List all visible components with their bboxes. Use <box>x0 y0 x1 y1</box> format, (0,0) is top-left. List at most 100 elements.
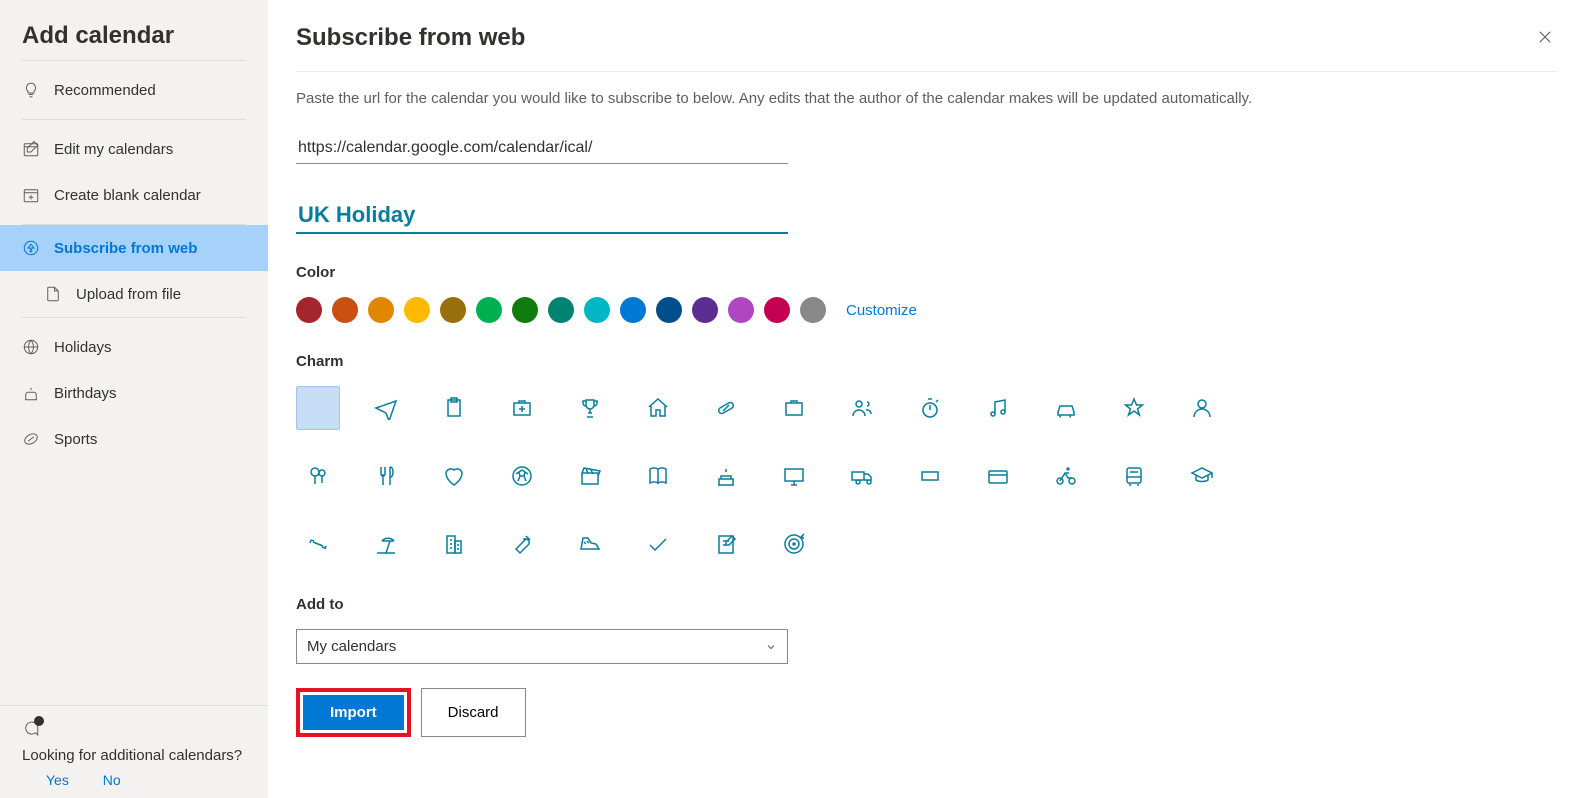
sidebar-item-label: Birthdays <box>54 385 117 402</box>
charm-car[interactable] <box>1044 386 1088 430</box>
addto-value: My calendars <box>307 638 396 655</box>
globe-arrow-icon <box>22 239 40 257</box>
main-panel: Subscribe from web Paste the url for the… <box>268 0 1586 798</box>
color-picker: Customize <box>296 297 1558 323</box>
sidebar: Add calendar Recommended Edit my calenda… <box>0 0 268 798</box>
charm-none[interactable] <box>296 386 340 430</box>
feedback-text: Looking for additional calendars? <box>22 745 246 766</box>
sidebar-feedback: Looking for additional calendars? Yes No <box>0 705 268 798</box>
color-swatch[interactable] <box>656 297 682 323</box>
color-swatch[interactable] <box>548 297 574 323</box>
color-swatch[interactable] <box>368 297 394 323</box>
cake-icon <box>22 384 40 402</box>
calendar-name-input[interactable] <box>296 198 788 234</box>
sidebar-item-create[interactable]: Create blank calendar <box>22 172 246 218</box>
charm-home[interactable] <box>636 386 680 430</box>
chevron-down-icon <box>765 641 777 653</box>
sidebar-item-label: Recommended <box>54 82 156 99</box>
sidebar-item-birthdays[interactable]: Birthdays <box>22 370 246 416</box>
charm-picker <box>296 386 1276 566</box>
charm-shoe[interactable] <box>568 522 612 566</box>
charm-soccer[interactable] <box>500 454 544 498</box>
sidebar-item-label: Edit my calendars <box>54 141 173 158</box>
color-swatch[interactable] <box>800 297 826 323</box>
sidebar-item-label: Create blank calendar <box>54 187 201 204</box>
lightbulb-icon <box>22 81 40 99</box>
charm-bike[interactable] <box>1044 454 1088 498</box>
sidebar-item-sports[interactable]: Sports <box>22 416 246 462</box>
color-swatch[interactable] <box>728 297 754 323</box>
charm-graduation[interactable] <box>1180 454 1224 498</box>
charm-dumbbell[interactable] <box>296 522 340 566</box>
addto-label: Add to <box>296 596 1558 613</box>
sidebar-title: Add calendar <box>0 0 268 60</box>
charm-cake[interactable] <box>704 454 748 498</box>
color-label: Color <box>296 264 1558 281</box>
charm-notepad[interactable] <box>704 522 748 566</box>
charm-firstaid[interactable] <box>500 386 544 430</box>
import-highlight: Import <box>296 688 411 737</box>
charm-music[interactable] <box>976 386 1020 430</box>
color-swatch[interactable] <box>764 297 790 323</box>
sidebar-item-upload[interactable]: Upload from file <box>44 271 224 317</box>
charm-monitor[interactable] <box>772 454 816 498</box>
sidebar-item-edit[interactable]: Edit my calendars <box>22 126 246 172</box>
charm-check[interactable] <box>636 522 680 566</box>
football-icon <box>22 430 40 448</box>
charm-wrench[interactable] <box>500 522 544 566</box>
charm-target[interactable] <box>772 522 816 566</box>
color-swatch[interactable] <box>512 297 538 323</box>
charm-star[interactable] <box>1112 386 1156 430</box>
charm-plane[interactable] <box>364 386 408 430</box>
charm-trophy[interactable] <box>568 386 612 430</box>
sidebar-item-label: Sports <box>54 431 97 448</box>
globe-icon <box>22 338 40 356</box>
charm-stopwatch[interactable] <box>908 386 952 430</box>
feedback-no-link[interactable]: No <box>103 772 121 788</box>
sidebar-item-holidays[interactable]: Holidays <box>22 324 246 370</box>
charm-card[interactable] <box>976 454 1020 498</box>
charm-person[interactable] <box>1180 386 1224 430</box>
color-swatch[interactable] <box>404 297 430 323</box>
feedback-yes-link[interactable]: Yes <box>46 772 69 788</box>
addto-select[interactable]: My calendars <box>296 629 788 664</box>
charm-beach[interactable] <box>364 522 408 566</box>
color-swatch[interactable] <box>620 297 646 323</box>
color-swatch[interactable] <box>584 297 610 323</box>
charm-pill[interactable] <box>704 386 748 430</box>
color-swatch[interactable] <box>440 297 466 323</box>
import-button[interactable]: Import <box>303 695 404 730</box>
charm-ticket[interactable] <box>908 454 952 498</box>
close-icon <box>1536 28 1554 46</box>
sidebar-item-subscribe[interactable]: Subscribe from web <box>0 225 268 271</box>
sidebar-item-label: Holidays <box>54 339 112 356</box>
color-swatch[interactable] <box>476 297 502 323</box>
charm-clapper[interactable] <box>568 454 612 498</box>
feedback-icon <box>22 720 40 741</box>
sidebar-item-label: Subscribe from web <box>54 240 197 257</box>
file-upload-icon <box>44 285 62 303</box>
color-swatch[interactable] <box>332 297 358 323</box>
charm-truck[interactable] <box>840 454 884 498</box>
charm-label: Charm <box>296 353 1558 370</box>
url-input[interactable] <box>296 133 788 164</box>
charm-people[interactable] <box>840 386 884 430</box>
discard-button[interactable]: Discard <box>421 688 526 737</box>
charm-book[interactable] <box>636 454 680 498</box>
description-text: Paste the url for the calendar you would… <box>296 90 1558 107</box>
page-title: Subscribe from web <box>296 24 525 52</box>
charm-briefcase[interactable] <box>772 386 816 430</box>
charm-food[interactable] <box>364 454 408 498</box>
charm-bus[interactable] <box>1112 454 1156 498</box>
close-button[interactable] <box>1532 24 1558 53</box>
color-swatch[interactable] <box>692 297 718 323</box>
sidebar-item-label: Upload from file <box>76 286 181 303</box>
charm-building[interactable] <box>432 522 476 566</box>
charm-heart[interactable] <box>432 454 476 498</box>
charm-clipboard[interactable] <box>432 386 476 430</box>
sidebar-item-recommended[interactable]: Recommended <box>22 67 246 113</box>
customize-button[interactable]: Customize <box>846 302 917 319</box>
color-swatch[interactable] <box>296 297 322 323</box>
charm-balloons[interactable] <box>296 454 340 498</box>
edit-calendar-icon <box>22 140 40 158</box>
